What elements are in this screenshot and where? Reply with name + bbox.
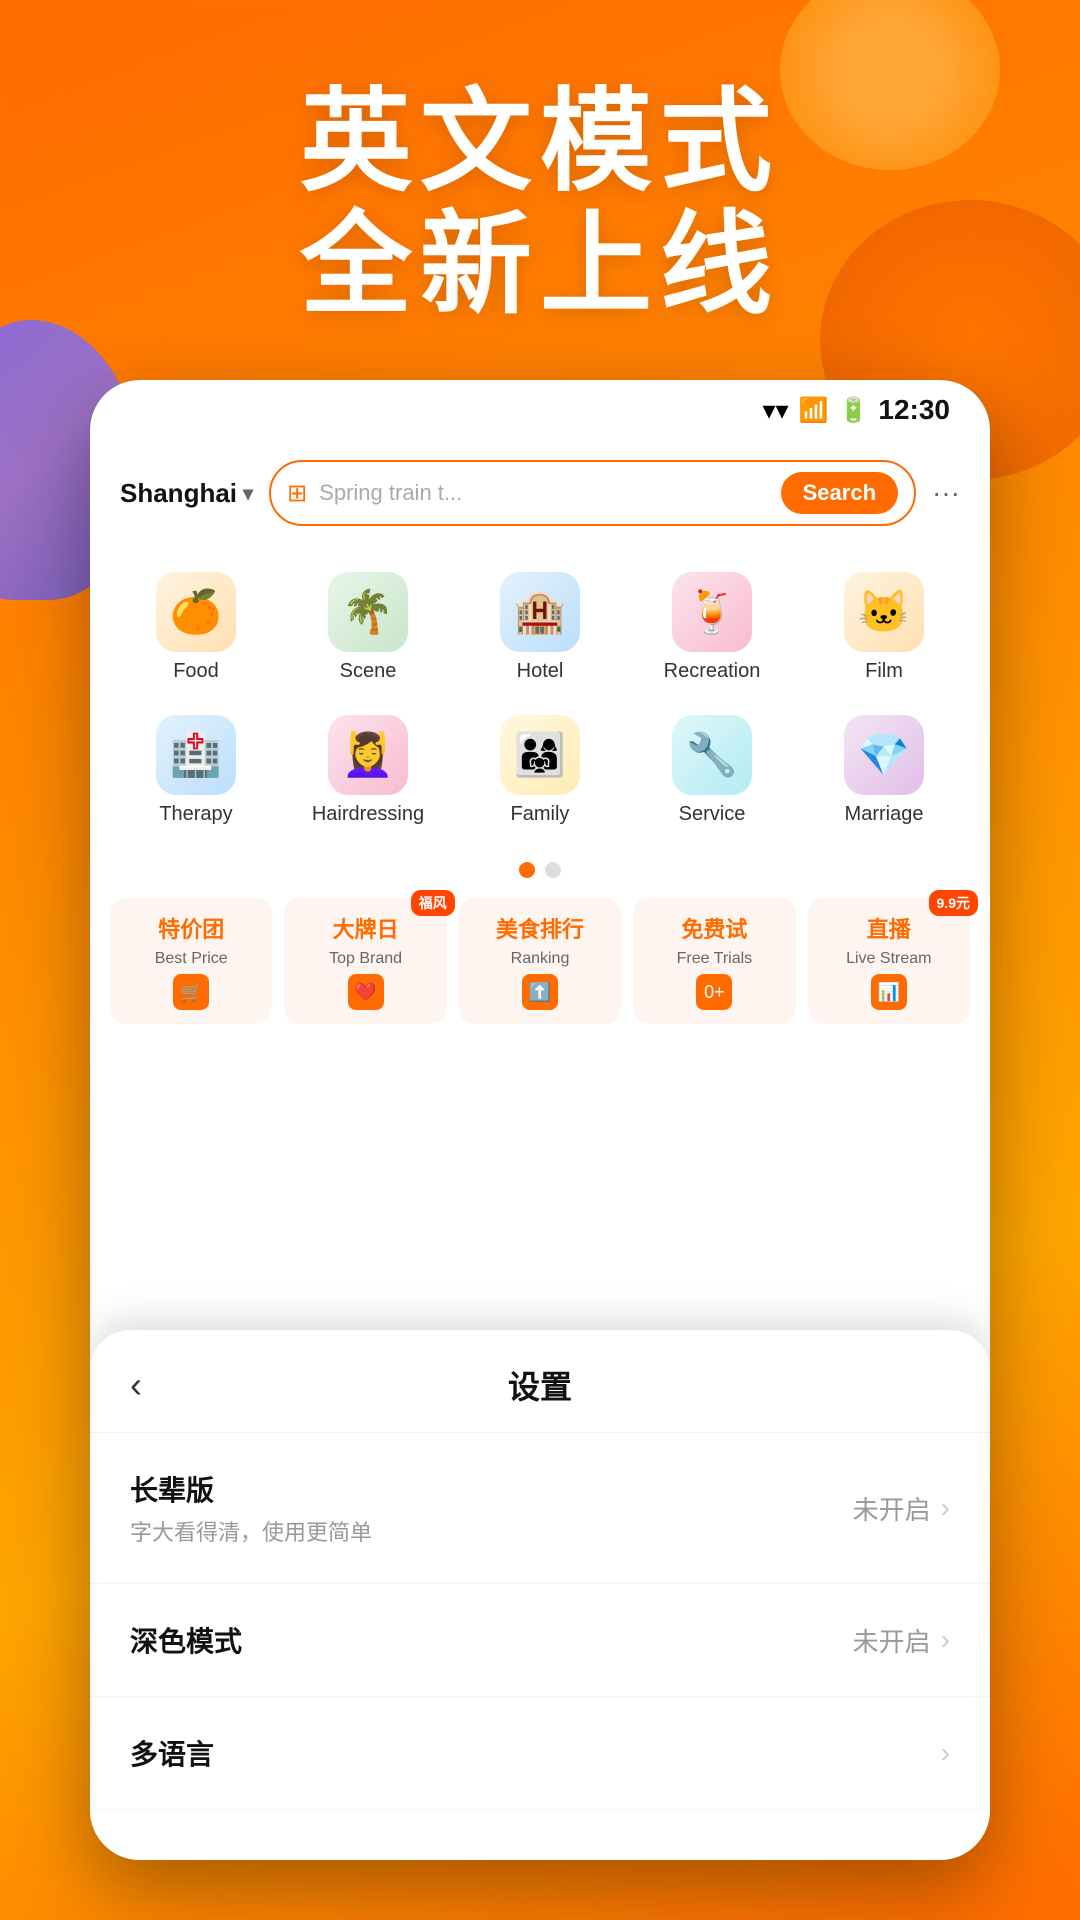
promo-card-1[interactable]: 福风 大牌日 Top Brand ❤️ xyxy=(284,898,446,1024)
cat-label-hairdressing: Hairdressing xyxy=(312,803,424,826)
cat-icon-family: 👨‍👩‍👧 xyxy=(500,715,580,795)
promo-grid: 特价团 Best Price 🛒 福风 大牌日 Top Brand ❤️ 美食排… xyxy=(90,888,990,1034)
settings-row-title-0: 长辈版 xyxy=(130,1469,372,1509)
search-button[interactable]: Search xyxy=(781,472,898,514)
category-item-scene[interactable]: 🌴 Scene xyxy=(282,556,454,699)
cat-label-recreation: Recreation xyxy=(664,660,761,683)
promo-card-3[interactable]: 免费试 Free Trials 0+ xyxy=(633,898,795,1024)
category-item-food[interactable]: 🍊 Food xyxy=(110,556,282,699)
status-icons: ▾▾ 📶 🔋 12:30 xyxy=(762,394,950,426)
settings-row-1[interactable]: 深色模式 未开启 › xyxy=(90,1584,990,1697)
cat-label-food: Food xyxy=(173,660,219,683)
settings-row-right-0: 未开启 › xyxy=(853,1490,950,1527)
settings-row-0[interactable]: 长辈版 字大看得清，使用更简单 未开启 › xyxy=(90,1433,990,1584)
category-item-hairdressing[interactable]: 💆‍♀️ Hairdressing xyxy=(282,699,454,842)
settings-row-left-0: 长辈版 字大看得清，使用更简单 xyxy=(130,1469,372,1547)
promo-icon-2: ⬆️ xyxy=(522,974,558,1010)
cat-icon-hotel: 🏨 xyxy=(500,572,580,652)
settings-row-left-2: 多语言 xyxy=(130,1733,214,1773)
location-dropdown-icon: ▾ xyxy=(243,481,253,506)
category-item-film[interactable]: 🐱 Film xyxy=(798,556,970,699)
chevron-icon-2: › xyxy=(941,1737,950,1769)
promo-zh-2: 美食排行 xyxy=(496,912,584,944)
settings-row-title-1: 深色模式 xyxy=(130,1620,242,1660)
hero-line1: 英文模式 xyxy=(0,80,1080,203)
app-content: Shanghai ▾ ⊞ Spring train t... Search ··… xyxy=(90,440,990,1860)
cat-label-scene: Scene xyxy=(340,660,397,683)
category-item-family[interactable]: 👨‍👩‍👧 Family xyxy=(454,699,626,842)
promo-en-1: Top Brand xyxy=(329,950,402,968)
settings-row-left-1: 深色模式 xyxy=(130,1620,242,1660)
promo-badge-4: 9.9元 xyxy=(929,890,978,916)
signal-icon: 📶 xyxy=(799,396,829,425)
settings-row-right-2: › xyxy=(941,1737,950,1769)
search-placeholder: Spring train t... xyxy=(319,480,768,506)
search-bar[interactable]: ⊞ Spring train t... Search xyxy=(269,460,916,526)
promo-badge-1: 福风 xyxy=(411,890,455,916)
promo-icon-4: 📊 xyxy=(871,974,907,1010)
status-time: 12:30 xyxy=(878,394,950,426)
cat-label-service: Service xyxy=(679,803,746,826)
phone-frame: ▾▾ 📶 🔋 12:30 Shanghai ▾ ⊞ Spring train t… xyxy=(90,380,990,1860)
promo-en-3: Free Trials xyxy=(677,950,753,968)
location-button[interactable]: Shanghai ▾ xyxy=(120,478,253,509)
promo-card-2[interactable]: 美食排行 Ranking ⬆️ xyxy=(459,898,621,1024)
status-bar: ▾▾ 📶 🔋 12:30 xyxy=(90,380,990,440)
chevron-icon-0: › xyxy=(941,1492,950,1524)
dot-1 xyxy=(519,862,535,878)
settings-status-0: 未开启 xyxy=(853,1490,931,1527)
promo-zh-0: 特价团 xyxy=(158,912,224,944)
cat-label-marriage: Marriage xyxy=(845,803,924,826)
cat-label-family: Family xyxy=(511,803,570,826)
category-item-service[interactable]: 🔧 Service xyxy=(626,699,798,842)
hero-section: 英文模式 全新上线 xyxy=(0,80,1080,326)
settings-row-sub-0: 字大看得清，使用更简单 xyxy=(130,1515,372,1547)
cat-label-hotel: Hotel xyxy=(517,660,564,683)
cat-icon-therapy: 🏥 xyxy=(156,715,236,795)
promo-en-2: Ranking xyxy=(511,950,570,968)
settings-panel: ‹ 设置 长辈版 字大看得清，使用更简单 未开启 › 深色模式 未开启 › 多语… xyxy=(90,1330,990,1860)
promo-zh-3: 免费试 xyxy=(681,912,747,944)
location-text: Shanghai xyxy=(120,478,237,509)
promo-zh-4: 直播 xyxy=(867,912,911,944)
category-item-recreation[interactable]: 🍹 Recreation xyxy=(626,556,798,699)
cat-icon-service: 🔧 xyxy=(672,715,752,795)
settings-row-2[interactable]: 多语言 › xyxy=(90,1697,990,1810)
back-button[interactable]: ‹ xyxy=(130,1364,142,1406)
promo-icon-3: 0+ xyxy=(696,974,732,1010)
wifi-icon: ▾▾ xyxy=(762,395,788,426)
promo-en-4: Live Stream xyxy=(846,950,931,968)
category-item-therapy[interactable]: 🏥 Therapy xyxy=(110,699,282,842)
settings-header: ‹ 设置 xyxy=(90,1330,990,1433)
cat-icon-film: 🐱 xyxy=(844,572,924,652)
cat-label-film: Film xyxy=(865,660,903,683)
category-item-hotel[interactable]: 🏨 Hotel xyxy=(454,556,626,699)
promo-en-0: Best Price xyxy=(155,950,228,968)
settings-title: 设置 xyxy=(130,1362,950,1408)
dot-2 xyxy=(545,862,561,878)
cat-icon-hairdressing: 💆‍♀️ xyxy=(328,715,408,795)
settings-status-1: 未开启 xyxy=(853,1622,931,1659)
category-grid: 🍊 Food 🌴 Scene 🏨 Hotel 🍹 Recreation 🐱 Fi… xyxy=(90,546,990,852)
more-options-icon[interactable]: ··· xyxy=(932,477,960,509)
promo-icon-1: ❤️ xyxy=(348,974,384,1010)
promo-icon-0: 🛒 xyxy=(173,974,209,1010)
cat-icon-scene: 🌴 xyxy=(328,572,408,652)
promo-zh-1: 大牌日 xyxy=(333,912,399,944)
chevron-icon-1: › xyxy=(941,1624,950,1656)
cat-icon-recreation: 🍹 xyxy=(672,572,752,652)
settings-row-title-2: 多语言 xyxy=(130,1733,214,1773)
settings-row-right-1: 未开启 › xyxy=(853,1622,950,1659)
scan-icon[interactable]: ⊞ xyxy=(287,479,307,508)
promo-card-0[interactable]: 特价团 Best Price 🛒 xyxy=(110,898,272,1024)
search-area: Shanghai ▾ ⊞ Spring train t... Search ··… xyxy=(90,440,990,546)
cat-label-therapy: Therapy xyxy=(159,803,232,826)
category-item-marriage[interactable]: 💎 Marriage xyxy=(798,699,970,842)
cat-icon-food: 🍊 xyxy=(156,572,236,652)
promo-card-4[interactable]: 9.9元 直播 Live Stream 📊 xyxy=(808,898,970,1024)
hero-line2: 全新上线 xyxy=(0,203,1080,326)
page-dots xyxy=(90,852,990,888)
battery-icon: 🔋 xyxy=(838,396,868,425)
cat-icon-marriage: 💎 xyxy=(844,715,924,795)
